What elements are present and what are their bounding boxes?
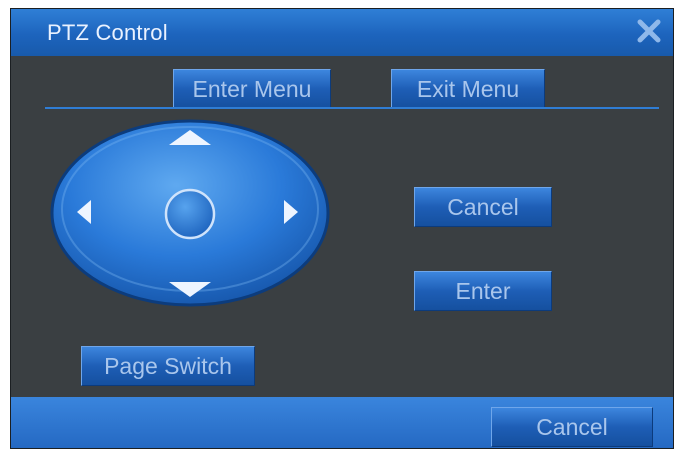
footer-cancel-button[interactable]: Cancel xyxy=(491,407,653,447)
footer-bar: Cancel xyxy=(11,397,673,448)
ptz-direction-pad xyxy=(49,117,333,316)
window-title: PTZ Control xyxy=(47,20,168,45)
center-circle-icon[interactable] xyxy=(164,188,216,240)
page-switch-button[interactable]: Page Switch xyxy=(81,346,255,386)
close-icon[interactable] xyxy=(635,17,663,45)
title-bar: PTZ Control xyxy=(11,9,673,56)
exit-menu-button[interactable]: Exit Menu xyxy=(391,69,545,109)
ptz-control-window: PTZ Control Enter Menu Exit Menu Cancel … xyxy=(10,8,674,449)
enter-button[interactable]: Enter xyxy=(414,271,552,311)
cancel-button[interactable]: Cancel xyxy=(414,187,552,227)
divider xyxy=(45,107,659,109)
enter-menu-button[interactable]: Enter Menu xyxy=(173,69,331,109)
